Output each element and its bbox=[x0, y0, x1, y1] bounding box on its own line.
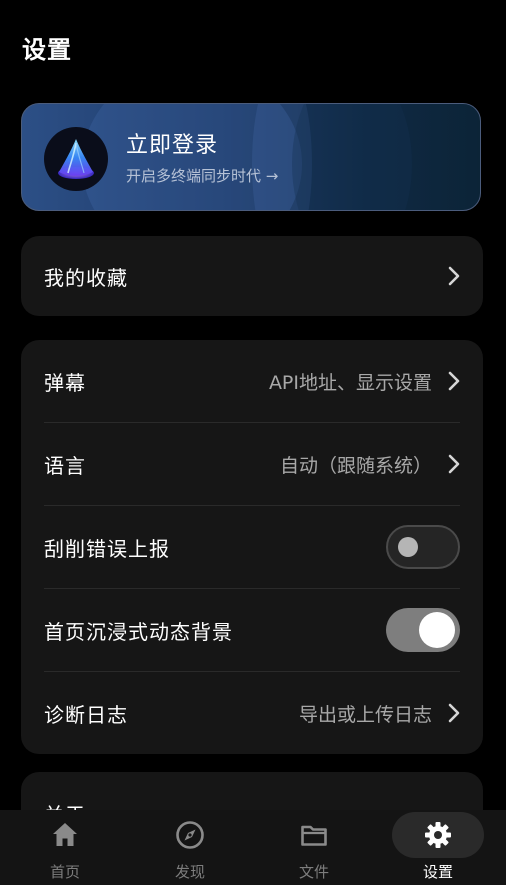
login-card-glow bbox=[292, 104, 412, 210]
folder-icon bbox=[301, 825, 327, 846]
scrape-error-report-toggle[interactable] bbox=[386, 525, 460, 569]
login-card[interactable]: 立即登录 开启多终端同步时代 → bbox=[21, 103, 481, 211]
danmaku-label: 弹幕 bbox=[44, 370, 86, 395]
chevron-right-icon bbox=[448, 703, 460, 723]
avatar[interactable] bbox=[44, 127, 108, 191]
nav-label: 文件 bbox=[298, 863, 329, 881]
diagnostics-row[interactable]: 诊断日志 导出或上传日志 bbox=[44, 672, 460, 754]
nav-item-settings[interactable]: 设置 bbox=[388, 810, 488, 885]
diagnostics-label: 诊断日志 bbox=[44, 702, 128, 727]
immersive-background-toggle[interactable] bbox=[386, 608, 460, 652]
favorites-label: 我的收藏 bbox=[44, 265, 128, 290]
nav-label: 设置 bbox=[422, 863, 453, 881]
chevron-right-icon bbox=[448, 266, 460, 286]
chevron-right-icon bbox=[448, 371, 460, 391]
page-title: 设置 bbox=[22, 36, 72, 64]
immersive-background-label: 首页沉浸式动态背景 bbox=[44, 619, 233, 644]
settings-group: 弹幕 API地址、显示设置 语言 自动（跟随系统） 刮削错误上报 首页沉浸式动态… bbox=[21, 340, 483, 754]
app-logo-icon bbox=[58, 139, 94, 179]
nav-item-home[interactable]: 首页 bbox=[15, 810, 115, 885]
compass-icon bbox=[176, 821, 204, 849]
chevron-right-icon bbox=[448, 454, 460, 474]
nav-label: 首页 bbox=[49, 863, 80, 881]
language-row[interactable]: 语言 自动（跟随系统） bbox=[44, 423, 460, 506]
gear-icon bbox=[425, 822, 451, 848]
language-label: 语言 bbox=[44, 453, 86, 478]
toggle-knob bbox=[419, 612, 455, 648]
login-subtitle: 开启多终端同步时代 → bbox=[126, 167, 279, 185]
scrape-error-report-label: 刮削错误上报 bbox=[44, 536, 170, 561]
nav-item-files[interactable]: 文件 bbox=[264, 810, 364, 885]
diagnostics-value: 导出或上传日志 bbox=[298, 703, 432, 726]
home-icon bbox=[53, 823, 77, 846]
danmaku-row[interactable]: 弹幕 API地址、显示设置 bbox=[44, 340, 460, 423]
favorites-group: 我的收藏 bbox=[21, 236, 483, 316]
scrape-error-report-row: 刮削错误上报 bbox=[44, 506, 460, 589]
nav-label: 发现 bbox=[174, 863, 205, 881]
bottom-nav: 首页 发现 文件 设置 bbox=[0, 810, 506, 885]
favorites-row[interactable]: 我的收藏 bbox=[44, 236, 460, 316]
immersive-background-row: 首页沉浸式动态背景 bbox=[44, 589, 460, 672]
danmaku-value: API地址、显示设置 bbox=[268, 371, 432, 394]
language-value: 自动（跟随系统） bbox=[279, 454, 432, 477]
toggle-knob bbox=[398, 537, 418, 557]
nav-item-discover[interactable]: 发现 bbox=[140, 810, 240, 885]
login-title: 立即登录 bbox=[126, 133, 219, 158]
